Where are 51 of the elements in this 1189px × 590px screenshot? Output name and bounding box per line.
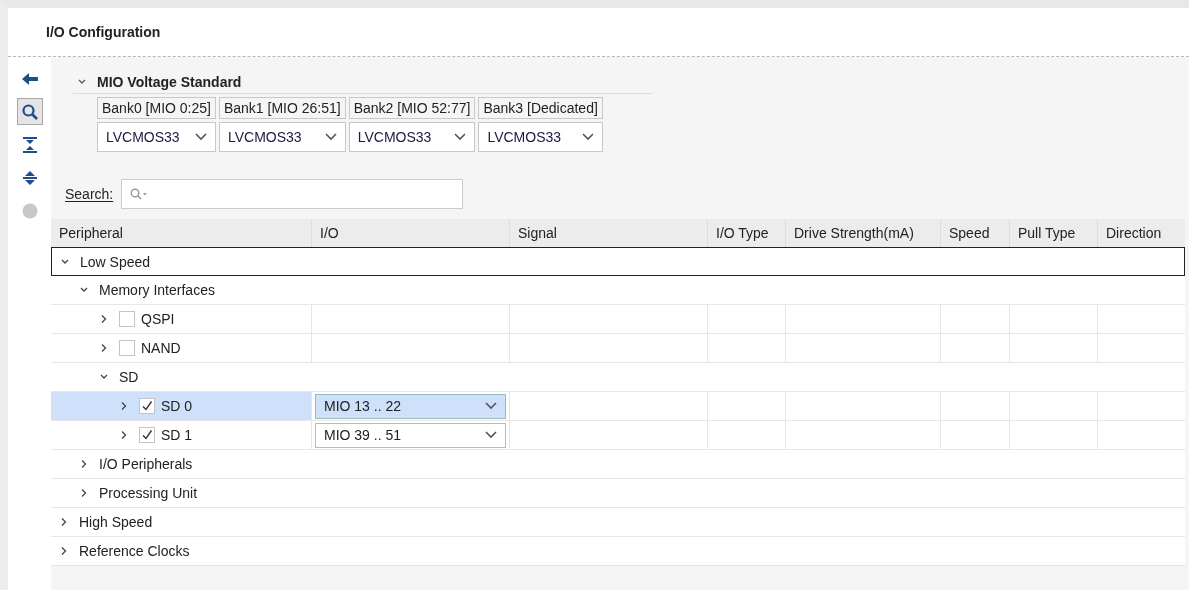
tree-item[interactable]: I/O Peripherals [51, 450, 1183, 478]
search-button[interactable] [16, 98, 43, 125]
tree-item[interactable]: Processing Unit [51, 479, 1183, 507]
chevron-down-icon [485, 402, 497, 410]
tree-item[interactable]: Reference Clocks [51, 537, 1183, 565]
chevron-right-icon[interactable] [99, 343, 109, 353]
column-header[interactable]: Peripheral [51, 219, 311, 247]
checkbox[interactable] [119, 311, 135, 327]
chevron-right-icon[interactable] [59, 546, 69, 556]
chevron-down-icon [454, 133, 467, 141]
tree-item[interactable]: SD 0 [51, 392, 311, 420]
chevron-down-icon [194, 133, 207, 141]
search-icon [21, 103, 38, 120]
chevron-down-icon [485, 431, 497, 439]
search-label: Search: [65, 186, 114, 202]
expand-all-icon [22, 169, 37, 186]
collapse-all-icon [22, 136, 37, 153]
tree-item[interactable]: Low Speed [52, 248, 1184, 275]
panel-title: I/O Configuration [46, 24, 161, 40]
checkbox[interactable] [119, 340, 135, 356]
chevron-right-icon[interactable] [119, 401, 129, 411]
tree-item[interactable]: SD [51, 363, 1183, 391]
io-dropdown[interactable]: MIO 39 .. 51 [315, 422, 506, 448]
checkmark-icon [141, 429, 153, 441]
bank-header: Bank3 [Dedicated] [478, 97, 603, 119]
tree-item[interactable]: High Speed [51, 508, 1183, 536]
search-icon [130, 188, 149, 200]
bank-header: Bank0 [MIO 0:25] [97, 97, 216, 119]
chevron-down-icon [324, 133, 337, 141]
chevron-right-icon[interactable] [99, 314, 109, 324]
chevron-right-icon[interactable] [119, 430, 129, 440]
chevron-down-icon [581, 133, 594, 141]
voltage-dropdown[interactable]: LVCMOS33 [97, 122, 216, 152]
chevron-right-icon[interactable] [79, 459, 89, 469]
circle-icon [21, 202, 38, 219]
checkmark-icon [141, 400, 153, 412]
back-arrow-icon [21, 72, 38, 85]
voltage-dropdown[interactable]: LVCMOS33 [348, 122, 476, 152]
voltage-dropdown[interactable]: LVCMOS33 [218, 122, 346, 152]
search-field[interactable] [121, 179, 464, 209]
chevron-right-icon[interactable] [79, 488, 89, 498]
bank-header: Bank2 [MIO 52:77] [348, 97, 476, 119]
chevron-right-icon[interactable] [59, 517, 69, 527]
checkbox[interactable] [139, 398, 155, 414]
checkbox[interactable] [139, 427, 155, 443]
tree-item[interactable]: SD 1 [51, 421, 311, 449]
section-title: MIO Voltage Standard [97, 74, 242, 90]
io-dropdown[interactable]: MIO 13 .. 22 [315, 393, 506, 419]
tree-item[interactable]: Memory Interfaces [51, 276, 1183, 304]
bank-header: Bank1 [MIO 26:51] [218, 97, 346, 119]
voltage-dropdown[interactable]: LVCMOS33 [478, 122, 603, 152]
